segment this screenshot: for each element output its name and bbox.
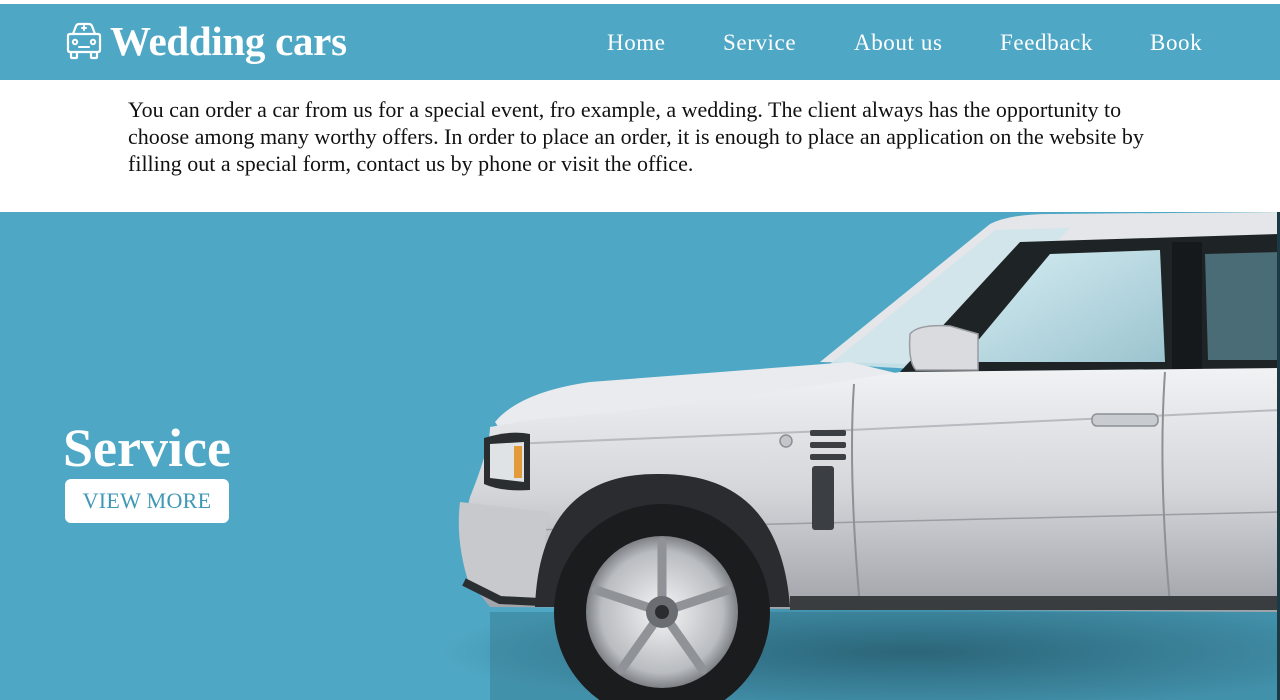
hero-title: Service — [63, 418, 231, 478]
silver-suv-car-image — [440, 212, 1280, 700]
site-header: Wedding cars Home Service About us Feedb… — [0, 4, 1280, 80]
main-nav: Home Service About us Feedback Book — [0, 28, 1280, 58]
view-more-button[interactable]: VIEW MORE — [65, 479, 229, 523]
nav-service[interactable]: Service — [723, 28, 796, 58]
intro-text: You can order a car from us for a specia… — [128, 97, 1144, 176]
nav-home[interactable]: Home — [607, 28, 666, 58]
nav-about-us[interactable]: About us — [854, 28, 943, 58]
nav-book[interactable]: Book — [1150, 28, 1202, 58]
service-hero: Service VIEW MORE — [0, 212, 1280, 700]
nav-feedback[interactable]: Feedback — [1000, 28, 1093, 58]
